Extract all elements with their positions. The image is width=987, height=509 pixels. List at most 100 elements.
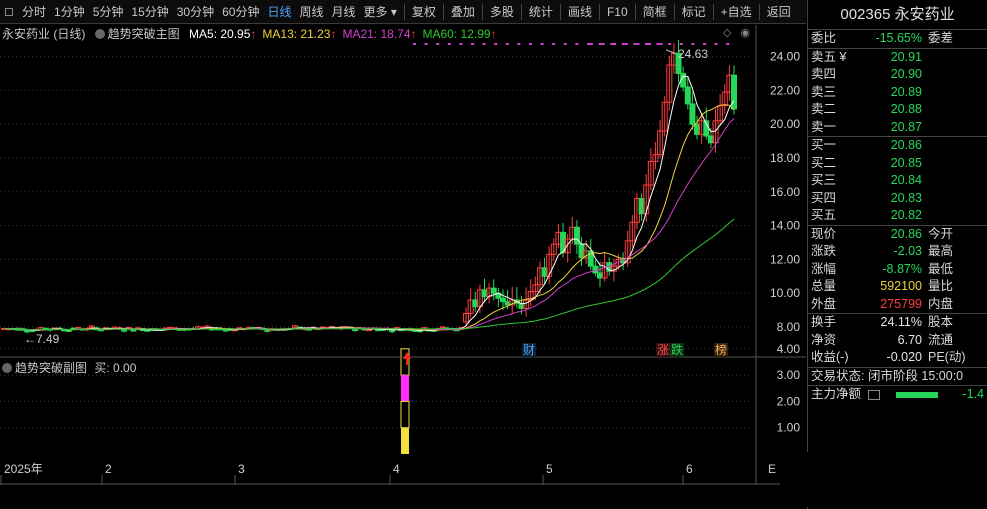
signal-dot <box>610 43 614 45</box>
toolbar-action-3[interactable]: 统计 <box>525 0 557 24</box>
fin-0-value: 24.11% <box>880 315 922 329</box>
tab-period-1[interactable]: 1分钟 <box>50 0 89 24</box>
toolbar-divider <box>673 3 675 20</box>
settings-dot-icon[interactable]: ◉ <box>741 27 751 39</box>
fin-1: 净资 6.70 流通 <box>808 332 987 350</box>
list-icon[interactable] <box>868 390 880 400</box>
x-tick-label: 2025年 <box>4 462 43 476</box>
stock-label: 永安药业 (日线) <box>2 27 86 41</box>
toolbar-menu-button[interactable] <box>0 0 18 24</box>
signal-dot <box>590 43 593 45</box>
stat-3-value: 592100 <box>880 279 922 293</box>
toolbar-action-5[interactable]: F10 <box>603 0 632 24</box>
stat-0-label: 现价 <box>811 226 837 241</box>
toolbar-action-0[interactable]: 复权 <box>408 0 440 24</box>
x-tick-label: E <box>768 462 776 476</box>
indicator-name[interactable]: 趋势突破主图 <box>108 27 180 41</box>
candle-body <box>499 297 506 303</box>
sell-orders: 卖五 ¥ 20.91 卖四 20.90 卖三 20.89 卖二 20.88 卖一 20.87 <box>808 49 987 137</box>
candle-body <box>65 329 72 332</box>
toolbar-action-9[interactable]: 返回 <box>763 0 795 24</box>
indicator-settings-icon[interactable] <box>94 27 108 41</box>
tab-period-6[interactable]: 日线 <box>263 0 295 24</box>
sell-level-3: 卖三 20.89 <box>808 84 987 102</box>
buy-orders: 买一 20.86 买二 20.85 买三 20.84 买四 20.83 买五 20.82 <box>808 137 987 225</box>
signal-dot <box>552 43 556 45</box>
buy-level-5-value: 20.82 <box>890 208 922 222</box>
tab-period-0[interactable]: 分时 <box>18 0 50 24</box>
tab-period-3[interactable]: 15分钟 <box>127 0 172 24</box>
tab-period-8[interactable]: 月线 <box>328 0 360 24</box>
tab-period-9[interactable]: 更多 ▾ <box>360 0 401 24</box>
toolbar-action-6[interactable]: 简框 <box>639 0 671 24</box>
toolbar-actions: 复权 叠加 多股 统计 画线 F10 简框 标记 +自选 返回 <box>408 0 795 24</box>
ma60-line <box>3 218 735 331</box>
sell-level-1: 卖一 20.87 <box>808 119 987 137</box>
stat-0-value: 20.86 <box>890 226 922 241</box>
buy-level-5-ext <box>926 207 987 225</box>
buy-level-4: 买四 20.83 <box>808 190 987 208</box>
tab-period-7[interactable]: 周线 <box>295 0 327 24</box>
toolbar-action-1[interactable]: 叠加 <box>447 0 479 24</box>
buy-level-1-value: 20.86 <box>890 138 922 152</box>
signal-dot <box>659 43 663 45</box>
stat-3-label: 总量 <box>811 279 837 293</box>
sell-level-5-ext <box>926 49 987 67</box>
marker-bang: 榜 <box>715 342 727 357</box>
y-tick-label: 22.00 <box>770 83 800 97</box>
sell-level-2-value: 20.88 <box>890 102 922 116</box>
stat-3-ext: 量比 <box>928 279 954 293</box>
toolbar-action-7[interactable]: 标记 <box>678 0 710 24</box>
signal-dot <box>726 43 730 45</box>
candle-body <box>689 103 696 125</box>
tab-period-2[interactable]: 5分钟 <box>89 0 128 24</box>
signal-dot <box>413 43 416 45</box>
signal-dot <box>645 43 648 45</box>
buy-level-3-label: 买三 <box>811 173 837 187</box>
main-net-bar <box>896 392 938 398</box>
up-arrow-icon: ↑ <box>250 27 257 41</box>
buy-level-4-label: 买四 <box>811 190 837 205</box>
fin-0-label: 换手 <box>811 315 837 329</box>
toolbar-action-8[interactable]: +自选 <box>717 0 756 24</box>
financial-stats: 换手 24.11% 股本 净资 6.70 流通 收益(-) -0.020 PE(动) <box>808 314 987 367</box>
signal-dot <box>459 43 463 45</box>
stat-2-label: 涨幅 <box>811 261 837 276</box>
breakout-arrow-icon <box>403 352 411 365</box>
y-tick-label: 20.00 <box>770 117 800 131</box>
sell-level-4-value: 20.90 <box>890 67 922 81</box>
fin-2-label: 收益(-) <box>811 350 849 364</box>
y-tick-label: 12.00 <box>770 252 800 266</box>
marker-cai: 财 <box>523 343 535 357</box>
toolbar-action-4[interactable]: 画线 <box>564 0 596 24</box>
sell-level-2: 卖二 20.88 <box>808 101 987 119</box>
kline-chart[interactable]: 24.0022.0020.0018.0016.0014.0012.0010.00… <box>0 25 806 485</box>
x-tick-label: 6 <box>686 462 693 476</box>
sub-indicator-name[interactable]: 趋势突破副图 <box>15 361 87 375</box>
diamond-icon[interactable]: ◇ <box>723 27 731 39</box>
signal-dot <box>540 43 544 45</box>
buy-level-1: 买一 20.86 <box>808 137 987 155</box>
stat-2-ext: 最低 <box>928 261 954 276</box>
fin-1-ext: 流通 <box>928 332 954 347</box>
sub-y-tick-label: 2.00 <box>777 394 801 408</box>
fin-0: 换手 24.11% 股本 <box>808 314 987 332</box>
sell-level-4-ext <box>926 66 987 84</box>
tab-period-5[interactable]: 60分钟 <box>218 0 263 24</box>
candle-body <box>592 265 599 274</box>
high-label: 24.63 <box>678 47 708 61</box>
candle-body <box>684 86 691 105</box>
main-chart-legend: 永安药业 (日线) 趋势突破主图 MA5: 20.95↑ MA13: 21.23↑… <box>2 25 497 42</box>
watermark-area <box>780 452 985 507</box>
tab-period-4[interactable]: 30分钟 <box>173 0 218 24</box>
main-net-label: 主力净额 <box>811 387 862 401</box>
sub-indicator-settings-icon[interactable] <box>2 361 15 375</box>
signal-dot <box>471 43 474 45</box>
signal-dot <box>648 43 651 45</box>
stock-title: 002365 永安药业 <box>808 0 987 30</box>
x-tick-label: 3 <box>238 462 245 476</box>
toolbar-action-2[interactable]: 多股 <box>486 0 518 24</box>
weibi-row: 委比 -15.65% 委差 <box>808 30 987 48</box>
buy-level-2: 买二 20.85 <box>808 155 987 173</box>
buy-level-4-value: 20.83 <box>890 190 922 205</box>
